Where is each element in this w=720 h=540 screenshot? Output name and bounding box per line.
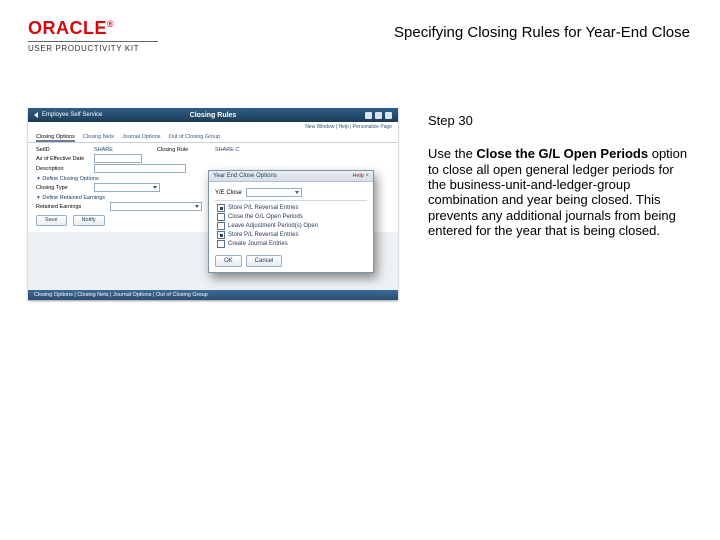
save-button[interactable]: Save: [36, 215, 67, 226]
page-title: Specifying Closing Rules for Year-End Cl…: [394, 24, 690, 41]
instruction-column: Step 30 Use the Close the G/L Open Perio…: [428, 113, 688, 238]
opt-close-gl-open-periods[interactable]: Close the G/L Open Periods: [217, 213, 367, 221]
opt-create-journal-entries[interactable]: Create Journal Entries: [217, 240, 367, 248]
instr-bold: Close the G/L Open Periods: [476, 146, 648, 161]
brand-subtitle: USER PRODUCTIVITY KIT: [28, 44, 158, 53]
opt-label: Store P/L Reversal Entries: [228, 205, 298, 211]
dialog-body: Y/E Close Store P/L Reversal Entries Clo…: [209, 182, 373, 252]
input-eff-date[interactable]: [94, 154, 142, 163]
value-setid: SHARE: [94, 147, 113, 153]
checkbox-icon: [217, 231, 225, 239]
row-ye-close: Y/E Close: [215, 188, 367, 197]
label-closing-rule: Closing Rule: [157, 147, 211, 153]
checkbox-icon: [217, 240, 225, 248]
opt-leave-adj-open[interactable]: Leave Adjustment Period(s) Open: [217, 222, 367, 230]
ok-button[interactable]: OK: [215, 255, 242, 267]
instr-pre: Use the: [428, 146, 476, 161]
label-description: Description: [36, 166, 90, 172]
label-eff-date: As of Effective Date: [36, 156, 90, 162]
checkbox-icon: [217, 213, 225, 221]
app-screenshot: Employee Self Service Closing Rules New …: [28, 108, 398, 300]
dialog-titlebar: Year End Close Options Help ×: [209, 171, 373, 182]
label-setid: SetID: [36, 147, 90, 153]
nav-title: Closing Rules: [28, 112, 398, 119]
window-links[interactable]: New Window | Help | Personalize Page: [28, 122, 398, 132]
dialog-title: Year End Close Options: [213, 173, 277, 179]
dialog-separator: [215, 200, 367, 201]
input-description[interactable]: [94, 164, 186, 173]
checkbox-icon: [217, 204, 225, 212]
tab-out-of-closing-group[interactable]: Out of Closing Group: [169, 134, 221, 142]
checkbox-icon: [217, 222, 225, 230]
brand-divider: [28, 41, 158, 42]
label-retained-earn: Retained Earnings: [36, 204, 106, 210]
opt-label: Create Journal Entries: [228, 241, 288, 247]
select-retained-earn[interactable]: [110, 202, 202, 211]
brand-logo-block: ORACLE® USER PRODUCTIVITY KIT: [28, 18, 158, 53]
dialog-help-link[interactable]: Help: [353, 173, 364, 179]
dialog-buttons: OK Cancel: [209, 252, 373, 272]
opt-label: Store P/L Reversal Entries: [228, 232, 298, 238]
opt-store-pl-2[interactable]: Store P/L Reversal Entries: [217, 231, 367, 239]
label-ye-close: Y/E Close: [215, 190, 242, 196]
tab-closing-nets[interactable]: Closing Nets: [83, 134, 114, 142]
cancel-button[interactable]: Cancel: [246, 255, 283, 267]
select-ye-close[interactable]: [246, 188, 302, 197]
notify-button[interactable]: Notify: [73, 215, 105, 226]
step-heading: Step 30: [428, 113, 688, 128]
label-closing-type: Closing Type: [36, 185, 90, 191]
tab-journal-options[interactable]: Journal Options: [122, 134, 161, 142]
brand-wordmark: ORACLE®: [28, 18, 158, 39]
brand-registered: ®: [107, 19, 114, 29]
step-instruction: Use the Close the G/L Open Periods optio…: [428, 146, 688, 238]
select-closing-type[interactable]: [94, 183, 160, 192]
tab-closing-options[interactable]: Closing Options: [36, 134, 75, 142]
value-closing-rule: SHARE C: [215, 147, 239, 153]
page-tabs: Closing Options Closing Nets Journal Opt…: [28, 132, 398, 143]
status-bar: Closing Options | Closing Nets | Journal…: [28, 290, 398, 300]
row-setid: SetID SHARE Closing Rule SHARE C: [36, 147, 390, 153]
brand-name: ORACLE: [28, 18, 107, 38]
app-navbar: Employee Self Service Closing Rules: [28, 108, 398, 122]
opt-label: Leave Adjustment Period(s) Open: [228, 223, 318, 229]
opt-store-pl-1[interactable]: Store P/L Reversal Entries: [217, 204, 367, 212]
close-icon[interactable]: ×: [365, 173, 369, 179]
year-end-close-dialog: Year End Close Options Help × Y/E Close …: [208, 170, 374, 273]
row-effective-date: As of Effective Date: [36, 154, 390, 163]
opt-label: Close the G/L Open Periods: [228, 214, 303, 220]
